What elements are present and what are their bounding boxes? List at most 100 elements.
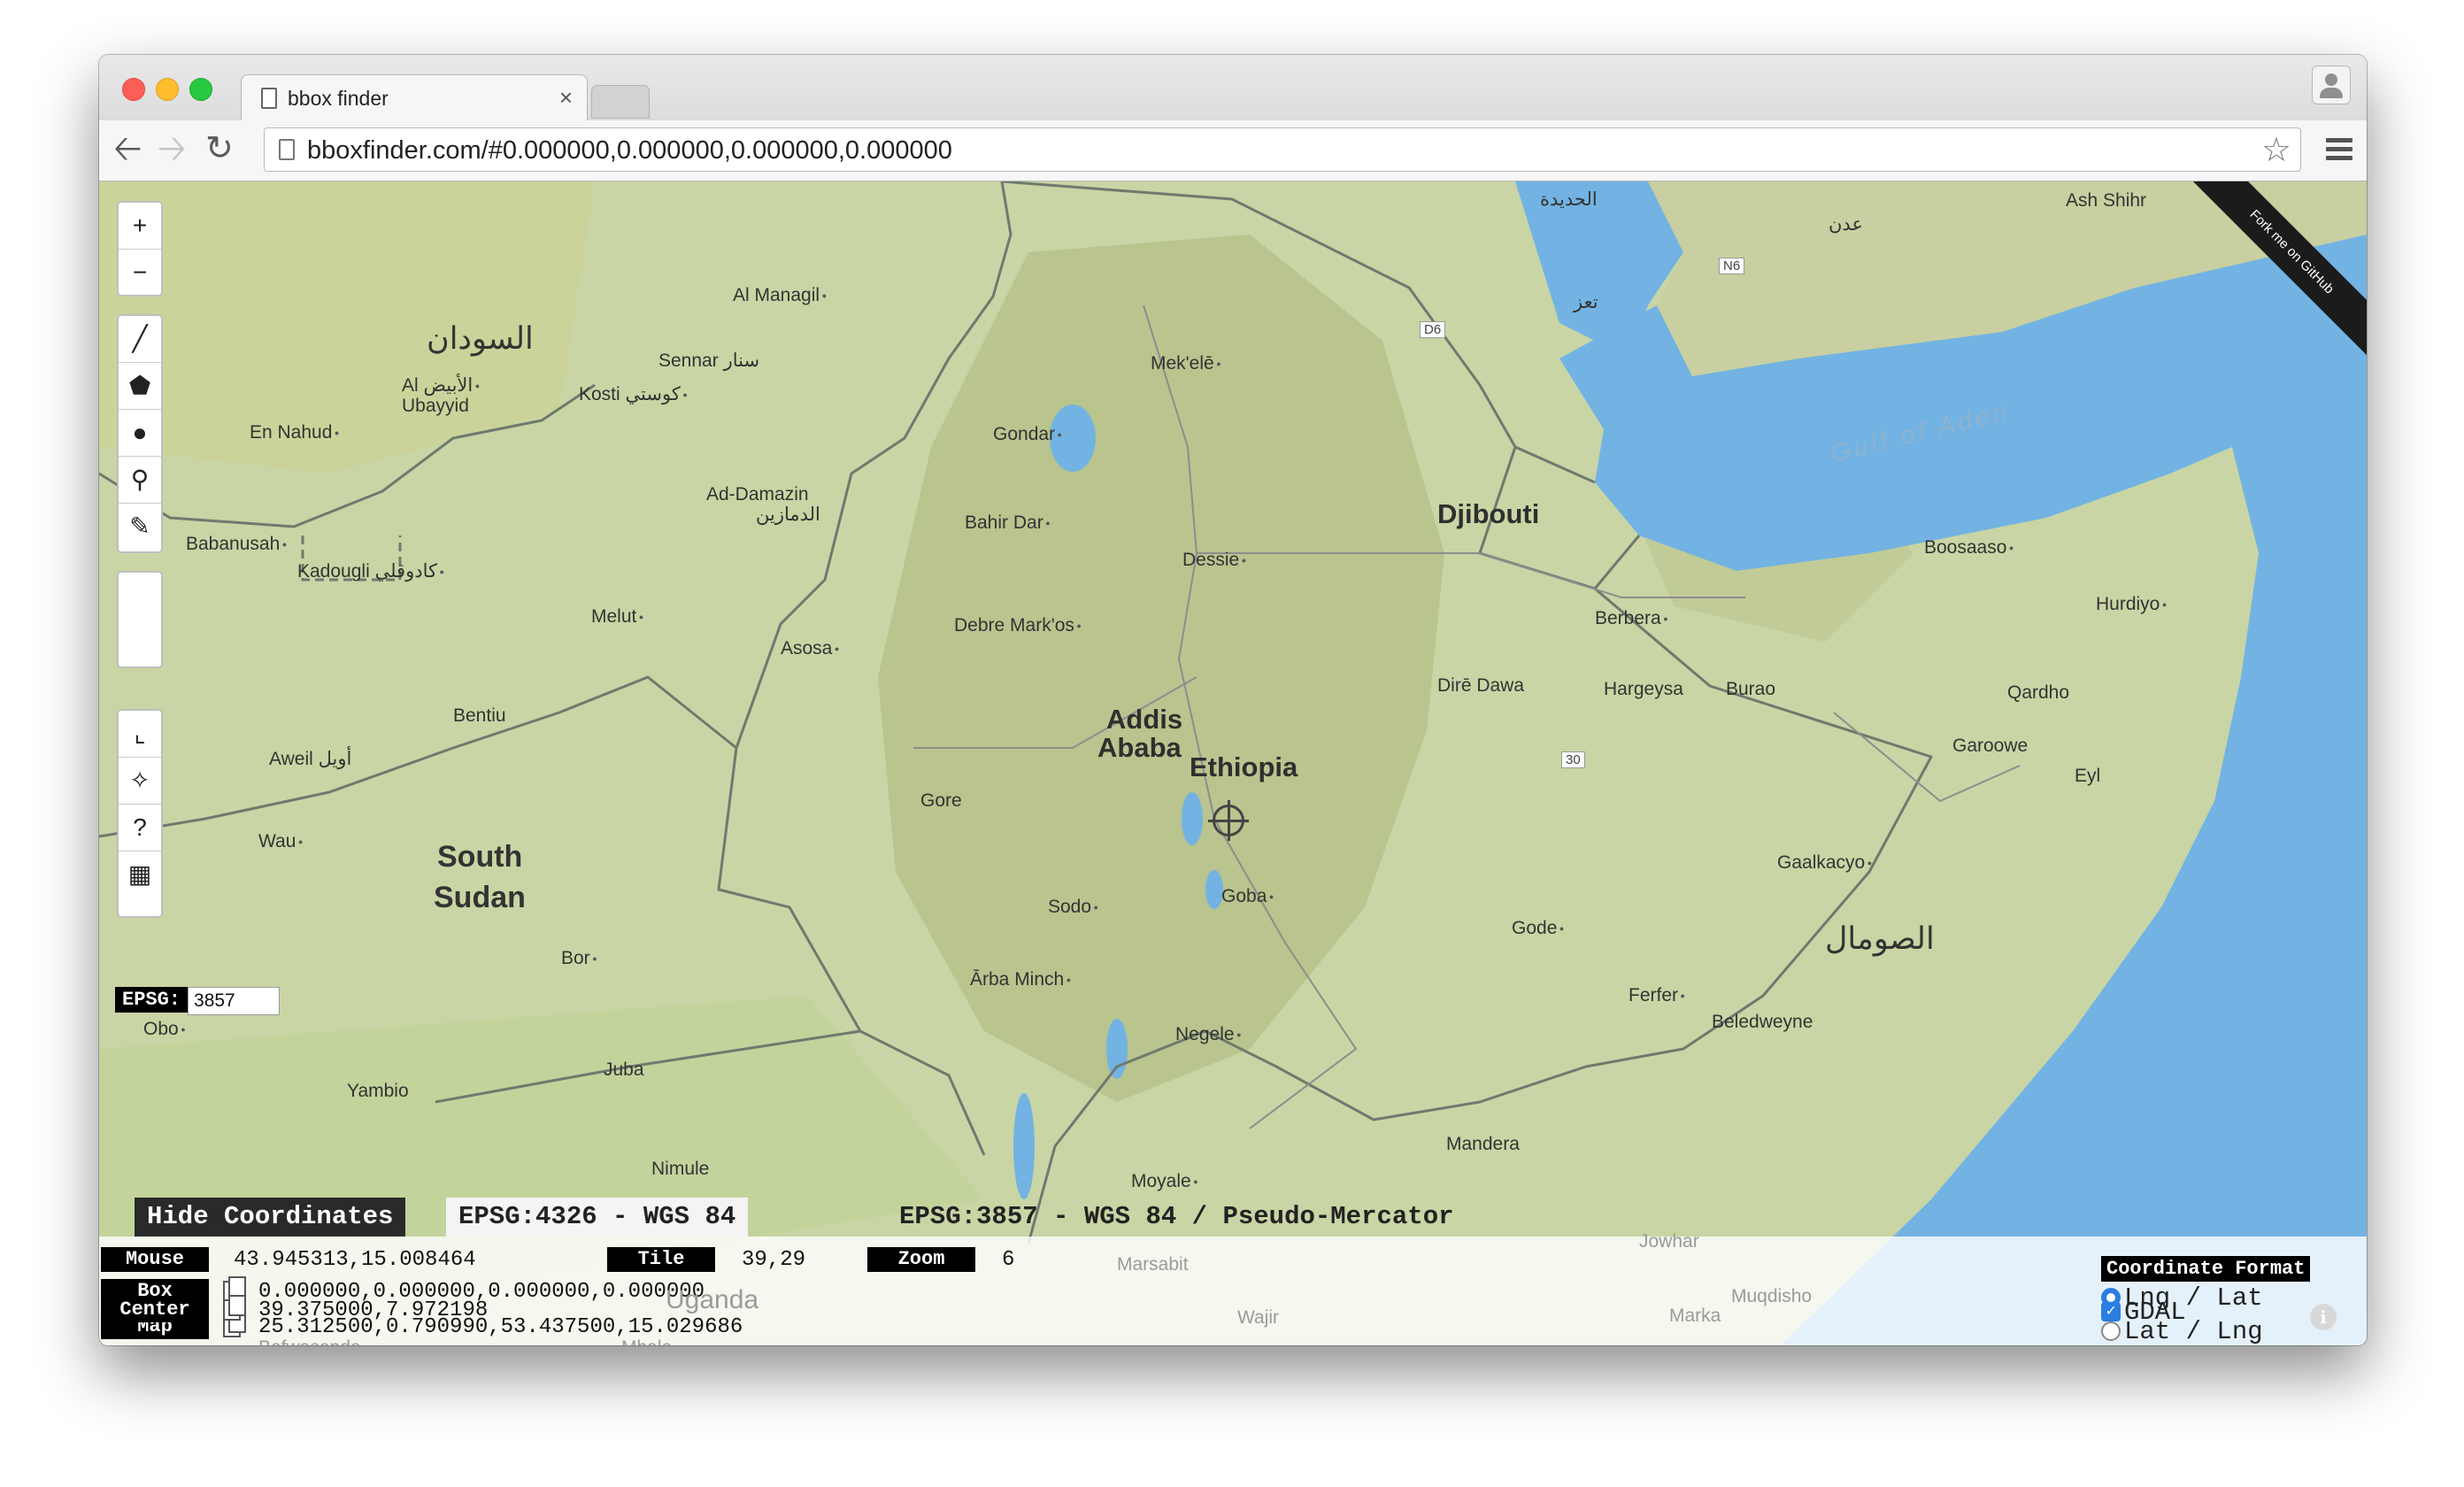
copy-icon[interactable]	[223, 1295, 246, 1321]
road-shield: N6	[1719, 258, 1745, 274]
city-label: Moyale	[1131, 1171, 1198, 1192]
grid-icon[interactable]: ▦	[119, 851, 161, 898]
minimize-window-button[interactable]	[156, 78, 179, 101]
road-shield: D6	[1420, 321, 1446, 338]
city-label: Ad-Damazin	[706, 484, 809, 505]
city-label: Wajir	[1237, 1307, 1280, 1328]
country-label: South	[437, 840, 523, 874]
url-text[interactable]: bboxfinder.com/#0.000000,0.000000,0.0000…	[307, 136, 952, 166]
mouse-value: 43.945313,15.008464	[234, 1248, 476, 1272]
coordinate-panel: Marsabit Wajir Jowhar Muqdisho Marka Mba…	[99, 1231, 2367, 1345]
tile-value: 39,29	[742, 1248, 806, 1272]
city-label: الحديدة	[1540, 189, 1598, 210]
city-label: Burao	[1726, 679, 1776, 699]
format-gdal-option[interactable]: ✓ GDAL	[2101, 1298, 2186, 1328]
city-label: Aweil أويل	[269, 749, 352, 769]
city-label: الدمازين	[756, 505, 820, 525]
zoom-value: 6	[1002, 1248, 1015, 1272]
city-label: Ash Shihr	[2066, 190, 2147, 211]
city-label: Bentiu	[453, 705, 506, 726]
page-icon	[261, 88, 277, 109]
city-label: Garoowe	[1952, 736, 2029, 756]
forward-icon[interactable]: 🡢	[158, 129, 186, 168]
bookmark-star-icon[interactable]: ☆	[2261, 130, 2291, 170]
map-canvas[interactable]: Al Managil السودان Sennar سنار Al الأبيض…	[99, 181, 2367, 1345]
edit-icon[interactable]: ✎	[119, 504, 161, 550]
satellite-icon[interactable]: ✧	[119, 758, 161, 805]
layer-control[interactable]	[117, 571, 163, 668]
city-label: Ferfer	[1629, 985, 1685, 1006]
back-icon[interactable]: 🡠	[113, 129, 142, 168]
city-label: تعز	[1574, 292, 1598, 312]
marker-icon[interactable]: ⚲	[119, 457, 161, 504]
bbox-icon[interactable]: ⌞	[119, 711, 161, 758]
help-icon[interactable]: ?	[119, 805, 161, 851]
zoom-in-button[interactable]: +	[119, 203, 161, 250]
tab-epsg-3857[interactable]: EPSG:3857 - WGS 84 / Pseudo-Mercator	[887, 1198, 1467, 1237]
city-label: Gode	[1512, 918, 1564, 939]
city-label: Sennar سنار	[658, 351, 760, 371]
city-label: Beledweyne	[1712, 1012, 1813, 1032]
epsg-input[interactable]: 3857	[188, 987, 281, 1015]
browser-window: bbox finder × 🡠 🡢 ↻ bboxfinder.com/#0.00…	[99, 55, 2367, 1345]
city-label: Eyl	[2075, 766, 2101, 786]
close-window-button[interactable]	[122, 78, 145, 101]
city-label: Mek'elē	[1151, 353, 1221, 374]
maximize-window-button[interactable]	[189, 78, 212, 101]
hide-coordinates-button[interactable]: Hide Coordinates	[135, 1198, 406, 1237]
checkbox-checked[interactable]: ✓	[2101, 1302, 2121, 1322]
city-label: Melut	[591, 606, 643, 628]
zoom-out-button[interactable]: −	[119, 250, 161, 296]
country-label: Sudan	[434, 881, 526, 914]
city-label: Nimule	[651, 1159, 710, 1179]
city-label: Berbera	[1595, 608, 1668, 629]
address-bar[interactable]: bboxfinder.com/#0.000000,0.000000,0.0000…	[264, 127, 2301, 172]
city-label: Mandera	[1446, 1134, 1520, 1154]
city-label: Asosa	[781, 638, 839, 659]
city-label: Muqdisho	[1731, 1286, 1813, 1306]
page-icon	[279, 139, 295, 160]
info-icon[interactable]: i	[2310, 1304, 2337, 1330]
draw-line-icon[interactable]: ╱	[119, 316, 161, 363]
city-label: Boosaaso	[1924, 537, 2014, 559]
city-label: Dirē Dawa	[1437, 675, 1525, 696]
person-icon	[2325, 73, 2337, 86]
country-label: Ethiopia	[1190, 751, 1298, 782]
new-tab-button[interactable]	[591, 85, 650, 119]
reload-icon[interactable]: ↻	[205, 129, 234, 168]
draw-toolbar: ╱ ⬟ ● ⚲ ✎	[117, 314, 163, 553]
city-label: Juba	[604, 1059, 644, 1080]
city-label: Kadougli كادوقلي	[297, 560, 444, 582]
city-label: Marka	[1669, 1306, 1721, 1326]
format-option-label: GDAL	[2124, 1298, 2186, 1327]
country-label: Djibouti	[1437, 498, 1540, 529]
draw-rectangle-icon[interactable]: ●	[119, 410, 161, 457]
city-label: Al الأبيض	[402, 374, 480, 397]
country-label: السودان	[427, 321, 534, 356]
city-label: Bor	[561, 948, 597, 969]
draw-polygon-icon[interactable]: ⬟	[119, 363, 161, 410]
city-label: عدن	[1829, 214, 1863, 235]
city-label: Ababa	[1097, 732, 1182, 763]
tools-toolbar: ⌞ ✧ ? ▦	[117, 709, 163, 918]
city-label: Al Managil	[733, 285, 827, 306]
coordinate-format-title: Coordinate Format	[2101, 1256, 2311, 1282]
mouse-label: Mouse	[101, 1247, 209, 1272]
menu-icon[interactable]	[2326, 138, 2352, 165]
city-label: Yambio	[347, 1081, 409, 1101]
city-label: Gaalkacyo	[1777, 852, 1872, 874]
country-label: Uganda	[666, 1285, 759, 1314]
city-label: Obo	[143, 1019, 186, 1040]
tab-epsg-4326[interactable]: EPSG:4326 - WGS 84	[446, 1198, 749, 1237]
tile-label: Tile	[607, 1247, 715, 1272]
city-label: Wau	[258, 831, 303, 852]
browser-tab[interactable]: bbox finder ×	[241, 74, 588, 121]
zoom-label: Zoom	[867, 1247, 975, 1272]
city-label: Addis	[1106, 704, 1183, 735]
city-label: Marsabit	[1117, 1254, 1189, 1275]
epsg-label: EPSG:	[115, 987, 189, 1013]
title-bar: bbox finder ×	[99, 55, 2367, 121]
city-label: Debre Mark'os	[954, 615, 1082, 636]
profile-button[interactable]	[2312, 65, 2351, 104]
tab-close-icon[interactable]: ×	[559, 84, 573, 112]
